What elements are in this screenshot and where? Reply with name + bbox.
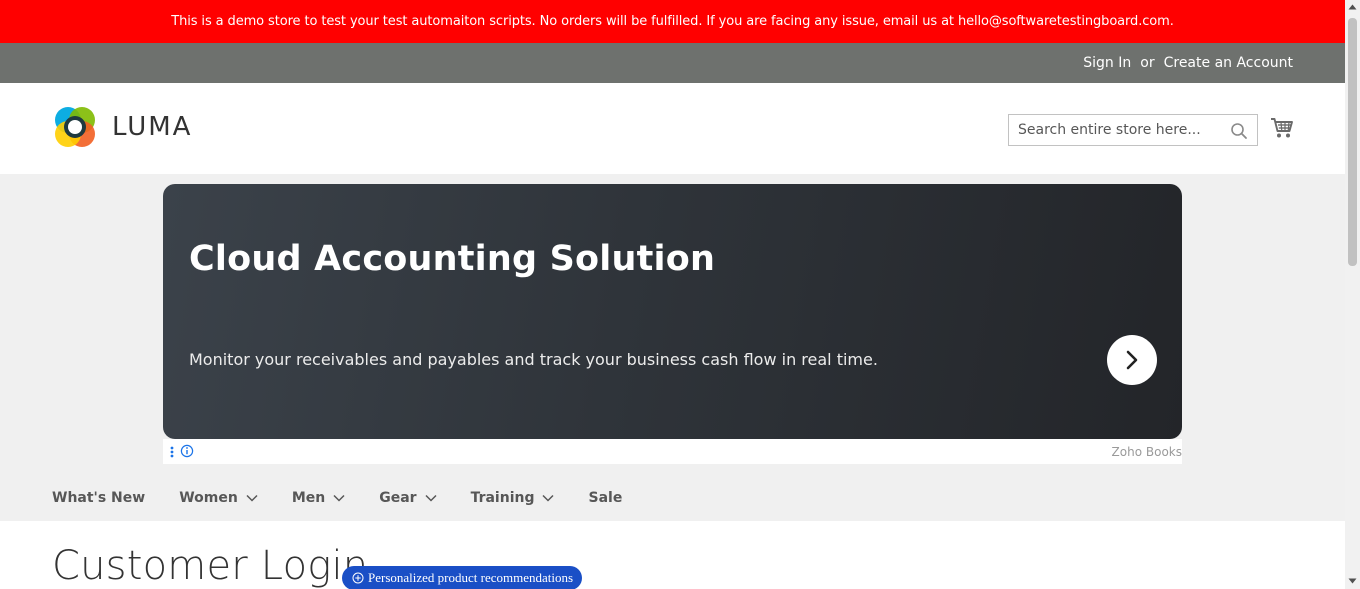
scrollbar-thumb[interactable] bbox=[1348, 18, 1357, 266]
chevron-down-icon bbox=[246, 494, 258, 502]
chevron-down-icon bbox=[333, 494, 345, 502]
nav-item-label: Training bbox=[470, 489, 535, 506]
demo-notice-bar: This is a demo store to test your test a… bbox=[0, 0, 1345, 43]
page-title: Customer Login bbox=[52, 543, 369, 589]
nav-item-sale[interactable]: Sale bbox=[588, 490, 622, 506]
nav-item-men[interactable]: Men bbox=[292, 490, 345, 506]
ad-brand-label[interactable]: Zoho Books bbox=[1112, 445, 1182, 459]
search-box bbox=[1008, 114, 1258, 146]
scroll-down-arrow-icon[interactable] bbox=[1348, 578, 1357, 584]
nav-item-training[interactable]: Training bbox=[471, 490, 555, 506]
vertical-scrollbar[interactable] bbox=[1345, 0, 1360, 589]
ad-description: Monitor your receivables and payables an… bbox=[189, 350, 878, 369]
or-separator: or bbox=[1140, 55, 1155, 71]
create-account-link[interactable]: Create an Account bbox=[1164, 55, 1293, 71]
vertical-dots-icon[interactable] bbox=[170, 446, 174, 458]
recommendations-badge-label: Personalized product recommendations bbox=[368, 570, 574, 585]
nav-item-gear[interactable]: Gear bbox=[379, 489, 437, 506]
page: This is a demo store to test your test a… bbox=[0, 0, 1345, 589]
plus-circle-icon bbox=[352, 572, 364, 584]
luma-logo-icon bbox=[55, 107, 95, 147]
scroll-up-arrow-icon[interactable] bbox=[1348, 4, 1357, 10]
ad-next-button[interactable] bbox=[1107, 335, 1157, 385]
chevron-right-icon bbox=[1126, 350, 1138, 370]
ad-footer: Zoho Books bbox=[163, 439, 1182, 464]
main-navigation: What's New Women Men Gear Training Sale bbox=[0, 474, 1345, 521]
logo[interactable]: LUMA bbox=[53, 105, 192, 149]
advertisement-area: Cloud Accounting Solution Monitor your r… bbox=[0, 174, 1345, 474]
recommendations-badge[interactable]: Personalized product recommendations bbox=[342, 566, 583, 589]
nav-item-label: What's New bbox=[52, 489, 146, 506]
nav-item-label: Sale bbox=[588, 489, 623, 506]
search-icon[interactable] bbox=[1230, 122, 1248, 140]
nav-item-women[interactable]: Women bbox=[179, 490, 258, 506]
nav-item-label: Men bbox=[291, 489, 326, 506]
logo-text: LUMA bbox=[112, 112, 193, 142]
nav-item-label: Gear bbox=[379, 489, 417, 506]
ad-title: Cloud Accounting Solution bbox=[189, 239, 716, 279]
chevron-down-icon bbox=[425, 494, 437, 502]
nav-item-whats-new[interactable]: What's New bbox=[52, 490, 145, 506]
header-panel: Sign In or Create an Account bbox=[0, 43, 1345, 83]
info-icon[interactable] bbox=[180, 444, 194, 458]
nav-item-label: Women bbox=[179, 489, 238, 506]
demo-notice-text: This is a demo store to test your test a… bbox=[171, 14, 1174, 29]
chevron-down-icon bbox=[542, 494, 555, 502]
ad-banner[interactable]: Cloud Accounting Solution Monitor your r… bbox=[163, 184, 1182, 439]
search-input[interactable] bbox=[1009, 115, 1257, 145]
header-content: LUMA bbox=[0, 83, 1345, 174]
shopping-cart-icon[interactable] bbox=[1270, 117, 1294, 139]
sign-in-link[interactable]: Sign In bbox=[1083, 55, 1131, 71]
